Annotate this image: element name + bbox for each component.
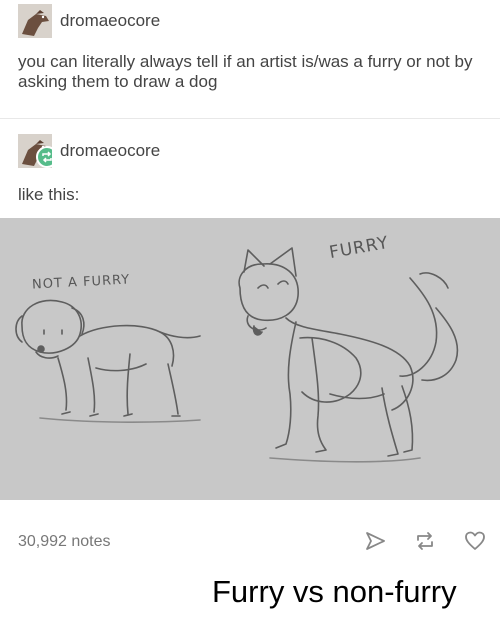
reblog-text: like this: bbox=[18, 185, 80, 204]
reblog-badge bbox=[36, 146, 52, 168]
reblog-icon bbox=[42, 151, 52, 163]
post-actions bbox=[362, 528, 488, 554]
avatar[interactable] bbox=[18, 4, 52, 38]
share-icon bbox=[366, 532, 385, 550]
dog-sketches-illustration bbox=[15, 247, 459, 463]
reblog-username[interactable]: dromaeocore bbox=[60, 141, 160, 161]
post-username[interactable]: dromaeocore bbox=[60, 11, 160, 31]
divider bbox=[0, 118, 500, 119]
reblog-button[interactable] bbox=[412, 528, 438, 554]
reblog-avatar[interactable] bbox=[18, 134, 52, 168]
sketch-image: NOT A FURRY FURRY bbox=[0, 218, 500, 500]
post-text: you can literally always tell if an arti… bbox=[18, 52, 473, 91]
meme-caption: Furry vs non-furry bbox=[212, 574, 457, 609]
like-button[interactable] bbox=[462, 528, 488, 554]
share-button[interactable] bbox=[362, 528, 388, 554]
dinosaur-avatar-icon bbox=[18, 4, 52, 38]
notes-count[interactable]: 30,992 notes bbox=[18, 533, 111, 551]
reblog-icon bbox=[417, 532, 433, 550]
reblog-header: dromaeocore bbox=[18, 134, 160, 168]
heart-icon bbox=[465, 531, 485, 550]
post-header: dromaeocore bbox=[18, 4, 160, 38]
